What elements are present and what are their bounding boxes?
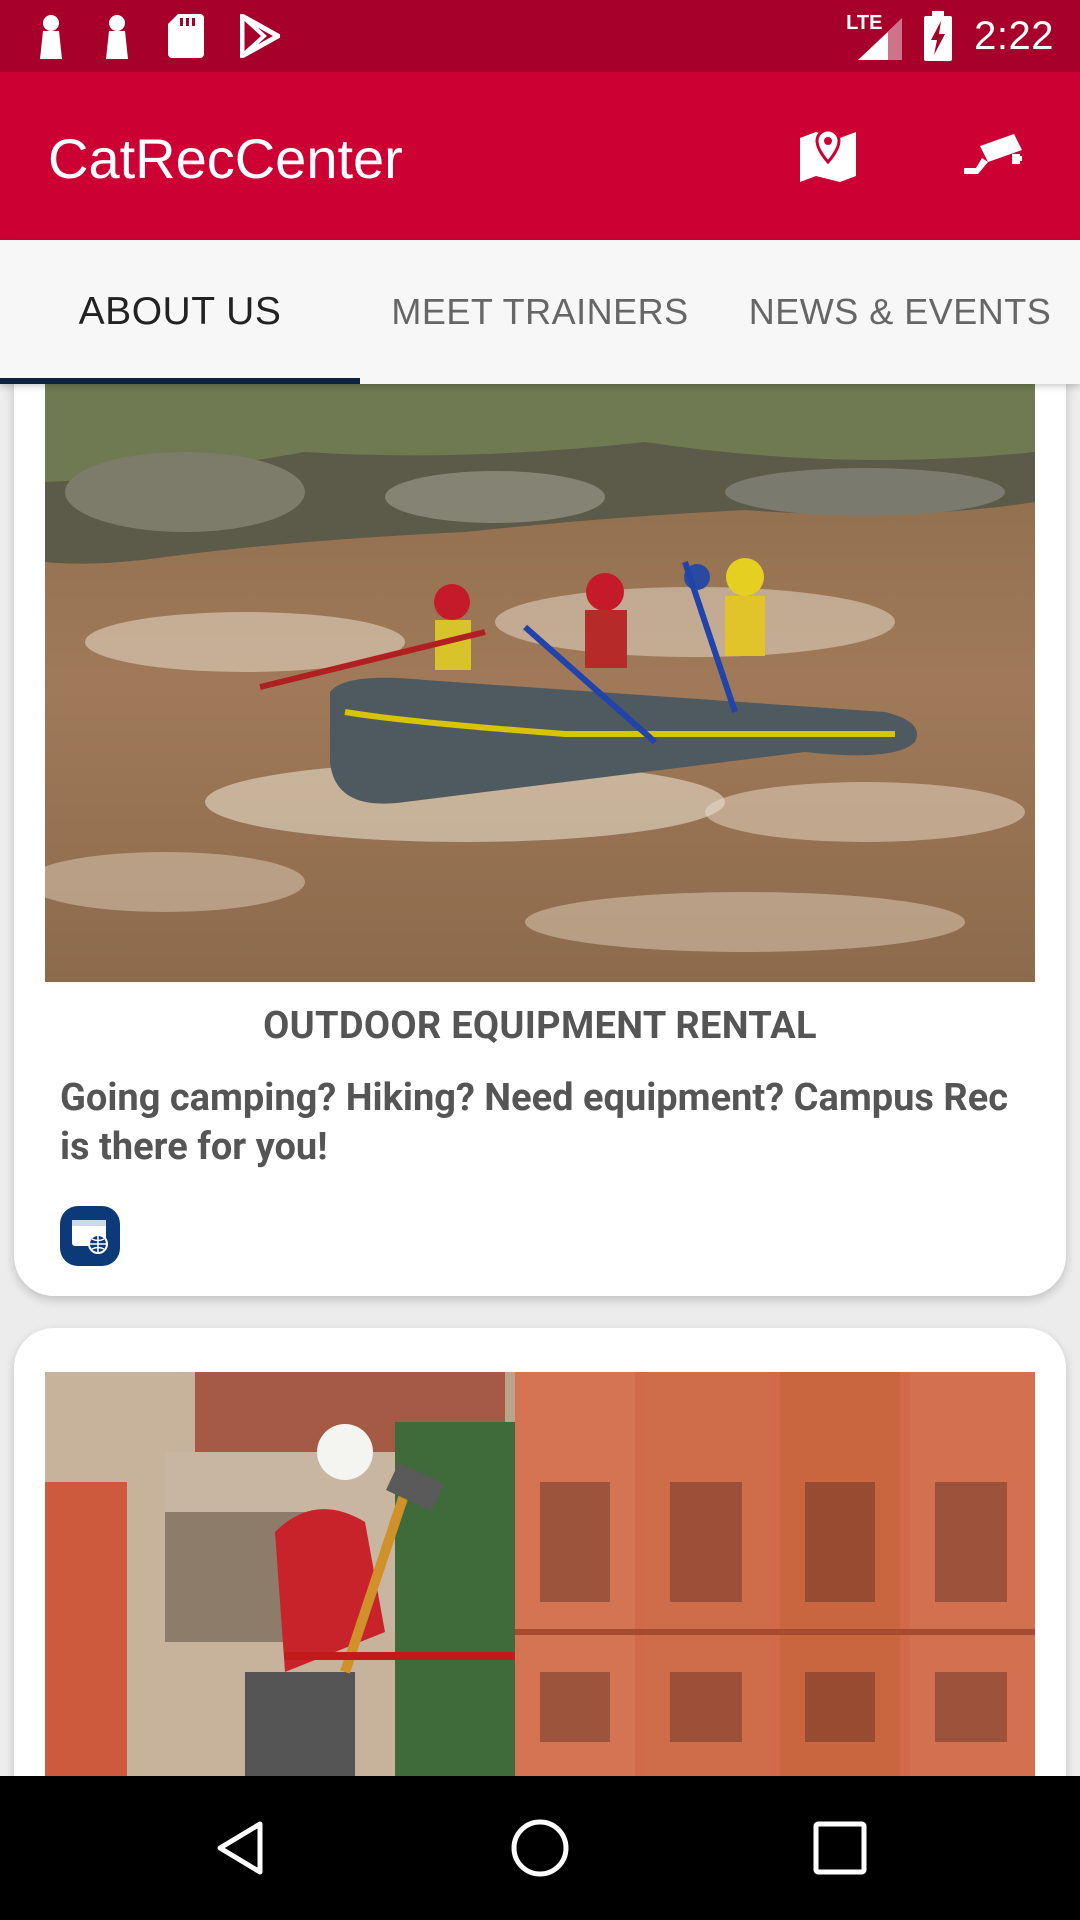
card-description: Going camping? Hiking? Need equipment? C… [60,1076,1009,1169]
notification-icon [106,15,128,59]
recents-icon[interactable] [808,1816,872,1880]
rafting-photo [45,384,1035,982]
status-bar: LTE 2:22 [0,0,1080,72]
tab-indicator [0,378,360,384]
status-time: 2:22 [974,13,1054,58]
tab-meet-trainers[interactable]: MEET TRAINERS [360,240,720,384]
back-icon[interactable] [210,1816,274,1880]
battery-charging-icon [924,11,953,61]
tab-news-events[interactable]: NEWS & EVENTS [720,240,1080,384]
tab-bar: ABOUT US MEET TRAINERS NEWS & EVENTS [0,240,1080,384]
system-nav-bar [0,1776,1080,1920]
security-camera-icon [964,134,1022,174]
info-card[interactable]: OUTDOOR EQUIPMENT RENTAL Going camping? … [14,384,1066,1296]
status-system: LTE 2:22 [846,10,1054,62]
tab-about-us[interactable]: ABOUT US [0,240,360,384]
card-title: OUTDOOR EQUIPMENT RENTAL [263,1004,817,1048]
map-location-icon [800,128,856,182]
security-camera-button[interactable] [958,124,1030,188]
about-us-feed[interactable]: OUTDOOR EQUIPMENT RENTAL Going camping? … [0,384,1080,1776]
play-store-icon [240,14,280,58]
app-bar: CatRecCenter [0,72,1080,240]
signal-icon: LTE [846,12,903,60]
notification-icon [40,15,62,59]
sd-card-icon [168,14,204,58]
website-icon [72,1220,108,1254]
home-icon[interactable] [508,1816,572,1880]
website-button[interactable] [60,1206,120,1266]
app-title: CatRecCenter [48,127,403,190]
status-notifications [36,12,280,60]
map-location-button[interactable] [792,124,864,188]
lockers-photo [45,1372,1035,1776]
info-card[interactable] [14,1328,1066,1776]
